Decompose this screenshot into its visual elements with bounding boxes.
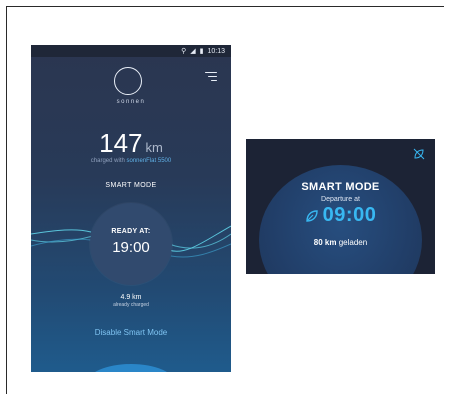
battery-icon: ▮ bbox=[199, 47, 204, 55]
leaf-off-icon[interactable] bbox=[413, 148, 425, 160]
charged-with-text: charged with sonnenFlat 5500 bbox=[31, 158, 231, 164]
status-time: 10:13 bbox=[207, 47, 225, 55]
departure-time-row: 09:00 bbox=[246, 204, 435, 227]
already-charged-value: 4.9 km bbox=[120, 294, 142, 301]
charged-amount-value: 80 km bbox=[313, 238, 337, 247]
already-charged-caption: already charged bbox=[113, 302, 149, 308]
charged-prefix: charged with bbox=[90, 158, 125, 164]
ready-at-circle: READY AT: 19:00 bbox=[90, 203, 172, 285]
charged-amount-suffix: geladen bbox=[338, 238, 368, 247]
departure-label: Departure at bbox=[321, 196, 360, 203]
range-display: 147 km bbox=[31, 128, 231, 159]
charged-product-link[interactable]: sonnenFlat 5500 bbox=[127, 158, 172, 164]
ready-at-label: READY AT: bbox=[111, 228, 151, 235]
departure-time: 09:00 bbox=[322, 204, 377, 226]
ready-at-time: 19:00 bbox=[112, 239, 150, 256]
status-bar: ⚲ ◢ ▮ 10:13 bbox=[31, 45, 231, 57]
signal-4g-icon: ◢ bbox=[190, 47, 196, 55]
brand-name: sonnen bbox=[116, 99, 146, 105]
phone-screen: ⚲ ◢ ▮ 10:13 sonnen 147 km charged with so… bbox=[31, 45, 231, 372]
charged-amount: 80 km geladen bbox=[246, 238, 435, 247]
mode-label: SMART MODE bbox=[105, 182, 157, 189]
menu-icon[interactable] bbox=[205, 72, 217, 84]
disable-smart-mode-button[interactable]: Disable Smart Mode bbox=[31, 328, 231, 337]
sonnen-logo-icon bbox=[114, 67, 142, 95]
leaf-icon bbox=[305, 210, 318, 222]
location-pin-icon: ⚲ bbox=[181, 47, 187, 55]
range-unit: km bbox=[145, 140, 163, 155]
already-charged: 4.9 km already charged bbox=[31, 294, 231, 308]
widget-title: SMART MODE bbox=[301, 181, 380, 193]
smart-mode-widget: SMART MODE Departure at 09:00 80 km gela… bbox=[246, 139, 435, 274]
bottom-arc-button[interactable] bbox=[86, 364, 176, 372]
range-value: 147 bbox=[99, 128, 143, 158]
